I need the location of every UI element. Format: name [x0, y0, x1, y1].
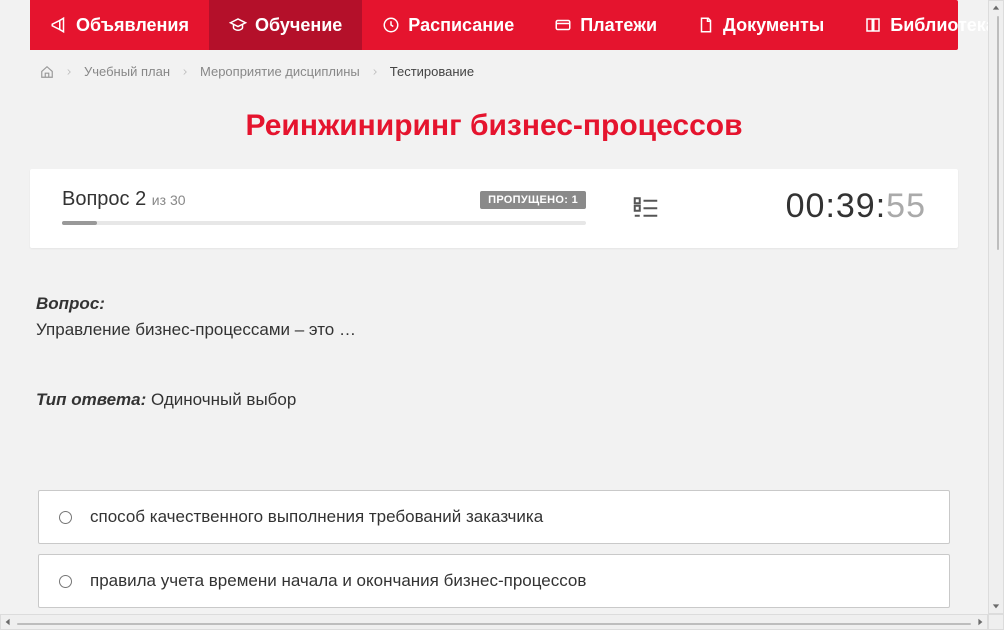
scroll-up-button[interactable]	[989, 1, 1003, 15]
triangle-up-icon	[992, 4, 1000, 12]
scrollbar-thumb[interactable]	[997, 16, 999, 250]
progress-fill	[62, 221, 97, 225]
nav-announcements[interactable]: Объявления	[30, 0, 209, 50]
scroll-left-button[interactable]	[1, 615, 15, 629]
answer-radio[interactable]	[59, 575, 72, 588]
chevron-right-icon	[370, 67, 380, 77]
question-text: Управление бизнес-процессами – это …	[36, 320, 952, 340]
megaphone-icon	[50, 16, 68, 34]
breadcrumb-link[interactable]: Мероприятие дисциплины	[200, 64, 360, 79]
breadcrumb-link[interactable]: Учебный план	[84, 64, 170, 79]
timer-minutes: 00	[786, 187, 826, 225]
question-list-icon[interactable]	[631, 192, 661, 222]
answer-text: способ качественного выполнения требован…	[90, 507, 543, 527]
nav-payments[interactable]: Платежи	[534, 0, 677, 50]
vertical-scrollbar[interactable]	[988, 0, 1004, 614]
answer-radio[interactable]	[59, 511, 72, 524]
answer-type-label: Тип ответа:	[36, 390, 146, 409]
question-total-number: 30	[170, 192, 186, 208]
card-icon	[554, 16, 572, 34]
answer-option[interactable]: способ качественного выполнения требован…	[38, 490, 950, 544]
progress-bar	[62, 221, 586, 225]
question-label: Вопрос:	[36, 294, 105, 313]
answer-type-value: Одиночный выбор	[151, 390, 296, 409]
book-icon	[864, 16, 882, 34]
nav-item-label: Библиотека	[890, 15, 988, 36]
answer-option[interactable]: правила учета времени начала и окончания…	[38, 554, 950, 608]
nav-item-label: Расписание	[408, 15, 514, 36]
page-title: Реинжиниринг бизнес-процессов	[30, 109, 958, 143]
nav-item-label: Обучение	[255, 15, 342, 36]
answers-list: способ качественного выполнения требован…	[30, 490, 958, 614]
breadcrumb: Учебный план Мероприятие дисциплины Тест…	[30, 50, 958, 89]
triangle-left-icon	[4, 618, 12, 626]
scrollbar-thumb[interactable]	[17, 623, 971, 625]
nav-item-label: Платежи	[580, 15, 657, 36]
triangle-down-icon	[992, 602, 1000, 610]
scroll-down-button[interactable]	[989, 599, 1003, 613]
clock-icon	[382, 16, 400, 34]
nav-item-label: Объявления	[76, 15, 189, 36]
answer-text: правила учета времени начала и окончания…	[90, 571, 586, 591]
nav-item-label: Документы	[723, 15, 824, 36]
main-navbar: Объявления Обучение Расписание Платежи Д…	[30, 0, 958, 50]
skipped-badge: ПРОПУЩЕНО: 1	[480, 191, 586, 209]
scrollbar-corner	[988, 614, 1004, 630]
scroll-right-button[interactable]	[973, 615, 987, 629]
graduation-icon	[229, 16, 247, 34]
question-word: Вопрос	[62, 188, 130, 210]
nav-library[interactable]: Библиотека	[844, 0, 988, 50]
nav-education[interactable]: Обучение	[209, 0, 362, 50]
question-number: Вопрос 2 из 30	[62, 188, 186, 211]
chevron-right-icon	[64, 67, 74, 77]
timer-seconds: 39	[836, 187, 876, 225]
timer: 00:39:55	[706, 187, 926, 226]
question-of-word: из	[152, 192, 166, 208]
nav-documents[interactable]: Документы	[677, 0, 844, 50]
triangle-right-icon	[976, 618, 984, 626]
timer-centiseconds: 55	[886, 187, 926, 225]
question-header-card: Вопрос 2 из 30 ПРОПУЩЕНО: 1	[30, 169, 958, 248]
nav-schedule[interactable]: Расписание	[362, 0, 534, 50]
horizontal-scrollbar[interactable]	[0, 614, 988, 630]
file-icon	[697, 16, 715, 34]
home-icon[interactable]	[40, 65, 54, 79]
chevron-right-icon	[180, 67, 190, 77]
breadcrumb-current: Тестирование	[390, 64, 474, 79]
question-body: Вопрос: Управление бизнес-процессами – э…	[30, 248, 958, 430]
question-current-number: 2	[135, 188, 146, 210]
